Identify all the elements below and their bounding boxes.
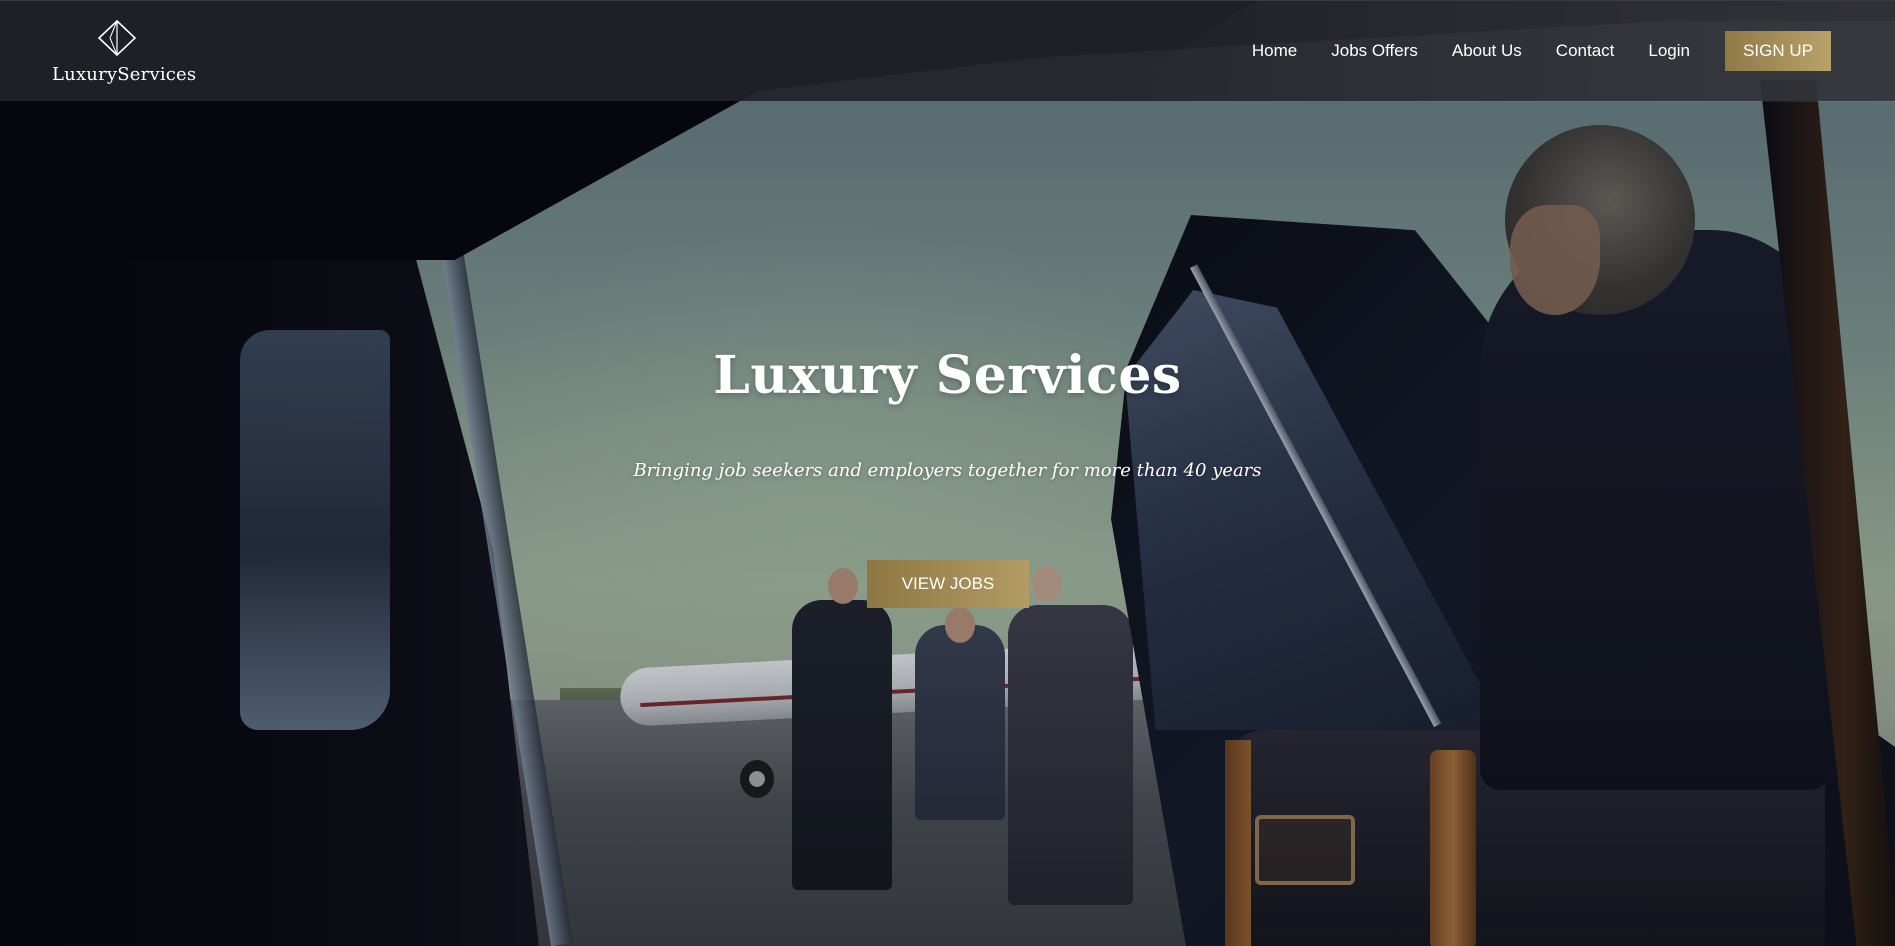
brand-name: LuxuryServices (52, 64, 197, 85)
nav-link-about-us[interactable]: About Us (1452, 31, 1522, 71)
nav-link-jobs-offers[interactable]: Jobs Offers (1331, 31, 1418, 71)
main-nav: Home Jobs Offers About Us Contact Login … (1252, 31, 1831, 71)
hero-subtitle: Bringing job seekers and employers toget… (633, 460, 1262, 481)
hero-section: Luxury Services Bringing job seekers and… (0, 0, 1895, 946)
signup-button[interactable]: SIGN UP (1725, 31, 1831, 71)
navbar: LuxuryServices Home Jobs Offers About Us… (0, 0, 1895, 102)
nav-link-home[interactable]: Home (1252, 31, 1297, 71)
nav-link-contact[interactable]: Contact (1556, 31, 1615, 71)
view-jobs-button[interactable]: VIEW JOBS (867, 560, 1029, 608)
nav-link-login[interactable]: Login (1648, 31, 1690, 71)
page: LuxuryServices Home Jobs Offers About Us… (0, 0, 1895, 946)
diamond-icon (52, 19, 182, 62)
brand-home-link[interactable]: LuxuryServices (52, 19, 197, 85)
hero-title: Luxury Services (713, 345, 1182, 406)
